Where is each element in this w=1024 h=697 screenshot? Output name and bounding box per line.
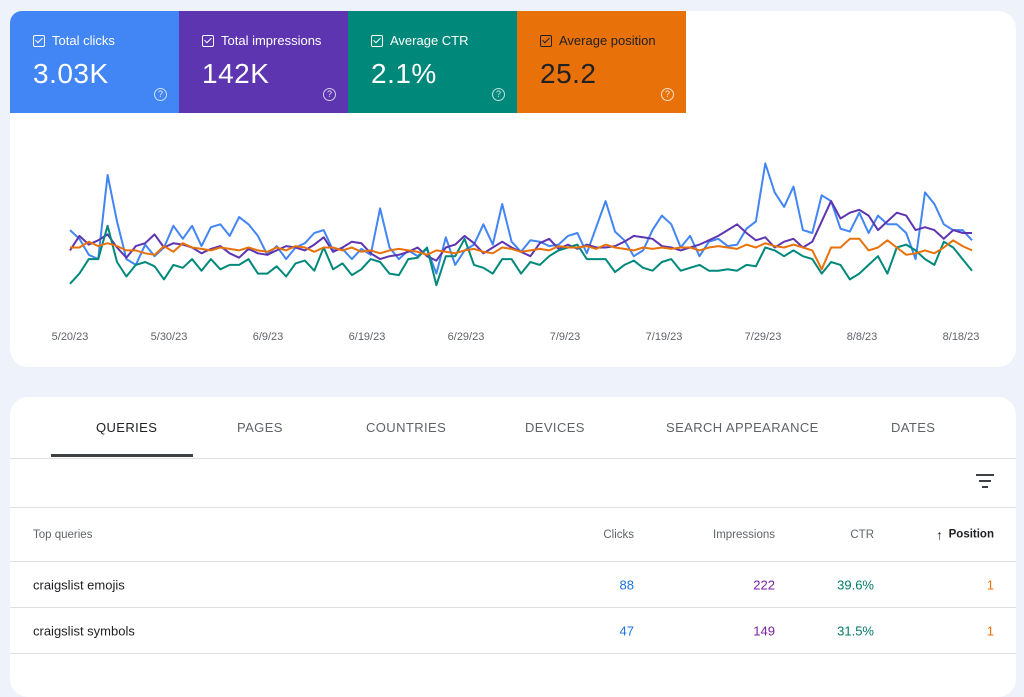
x-tick-label: 5/30/23 [151,331,188,343]
x-tick-label: 7/29/23 [745,331,782,343]
x-tick-label: 7/9/23 [550,331,581,343]
tab-pages[interactable]: PAGES [237,420,283,435]
x-tick-label: 6/29/23 [448,331,485,343]
header-position[interactable]: ↑ Position [936,527,994,542]
x-tick-label: 6/19/23 [349,331,386,343]
table-toolbar [10,459,1016,508]
header-position-label: Position [948,528,994,541]
dimension-tabs: QUERIES PAGES COUNTRIES DEVICES SEARCH A… [10,397,1016,459]
tab-dates[interactable]: DATES [891,420,935,435]
table-row[interactable]: craigslist emojis 88 222 39.6% 1 [10,562,1016,608]
sort-arrow-up-icon: ↑ [936,527,943,542]
tab-devices[interactable]: DEVICES [525,420,585,435]
filter-icon[interactable] [976,474,994,488]
query-cell: craigslist symbols [33,623,135,638]
header-ctr[interactable]: CTR [850,529,874,541]
series-line-0 [69,162,973,275]
position-cell: 1 [986,577,994,592]
series-line-2 [69,224,973,287]
query-cell: craigslist emojis [33,577,125,592]
tab-countries[interactable]: COUNTRIES [366,420,446,435]
table-card: QUERIES PAGES COUNTRIES DEVICES SEARCH A… [10,397,1016,697]
active-tab-indicator [51,454,193,457]
header-top-queries: Top queries [33,528,93,541]
table-header: Top queries Clicks Impressions CTR ↑ Posi… [10,508,1016,562]
table-row[interactable]: craigslist symbols 47 149 31.5% 1 [10,608,1016,654]
performance-chart[interactable]: 5/20/23 5/30/23 6/9/23 6/19/23 6/29/23 7/9/23… [10,11,1016,367]
impressions-cell: 222 [753,577,775,592]
performance-card: Total clicks 3.03K ? Total impressions 1… [10,11,1016,367]
x-tick-label: 8/8/23 [847,331,878,343]
clicks-cell: 47 [619,623,634,638]
header-impressions[interactable]: Impressions [713,529,775,541]
tab-queries[interactable]: QUERIES [96,420,157,435]
x-tick-label: 5/20/23 [52,331,89,343]
x-tick-label: 8/18/23 [943,331,980,343]
ctr-cell: 39.6% [837,577,874,592]
ctr-cell: 31.5% [837,623,874,638]
x-tick-label: 6/9/23 [253,331,284,343]
clicks-cell: 88 [619,577,634,592]
position-cell: 1 [986,623,994,638]
x-tick-label: 7/19/23 [646,331,683,343]
header-clicks[interactable]: Clicks [603,529,634,541]
tab-search-appearance[interactable]: SEARCH APPEARANCE [666,420,819,435]
impressions-cell: 149 [753,623,775,638]
